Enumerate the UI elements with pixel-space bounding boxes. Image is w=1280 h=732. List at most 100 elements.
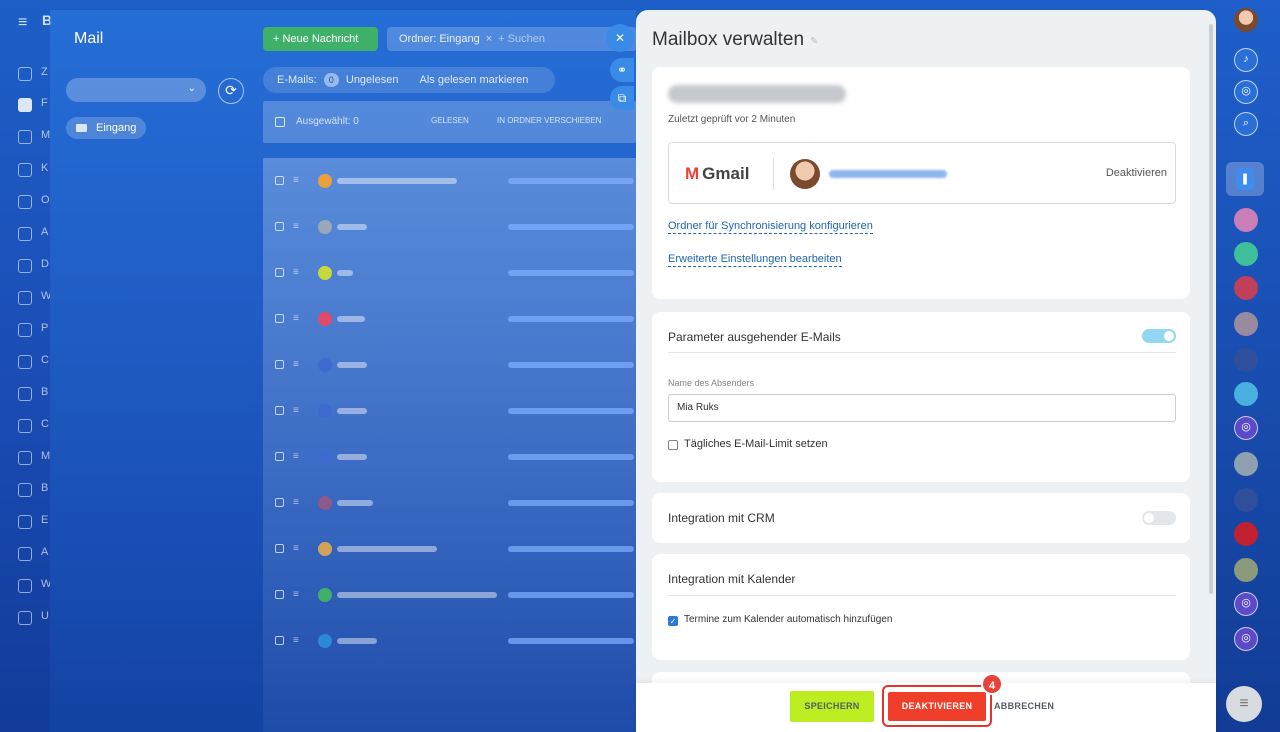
copilot-icon[interactable]: ◎ [1234, 627, 1258, 651]
edit-pen-icon[interactable]: ✎ [810, 36, 820, 47]
row-checkbox[interactable] [275, 590, 284, 599]
list-item[interactable]: ≡ [263, 296, 636, 342]
deactivate-link[interactable]: Deaktivieren [1106, 167, 1167, 179]
menu-icon[interactable]: ≡ [293, 451, 299, 462]
calendar-auto-checkbox[interactable]: ✓ [668, 616, 678, 626]
list-item[interactable]: ≡ [263, 434, 636, 480]
link-icon[interactable]: ⚭ [610, 58, 634, 82]
list-item[interactable]: ≡ [263, 572, 636, 618]
select-all-checkbox[interactable] [275, 117, 285, 127]
save-button[interactable]: SPEICHERN [790, 691, 874, 722]
scrollbar[interactable] [1209, 24, 1213, 594]
mailbox-select[interactable]: ⌄ [66, 78, 206, 102]
list-item[interactable]: ≡ [263, 526, 636, 572]
advanced-settings-link[interactable]: Erweiterte Einstellungen bearbeiten [668, 253, 842, 267]
copilot-icon[interactable]: ◎ [1234, 592, 1258, 616]
mark-read-link[interactable]: Als gelesen markieren [420, 74, 529, 86]
menu-icon[interactable]: ≡ [293, 267, 299, 278]
nav-item-icon[interactable] [18, 163, 32, 177]
cancel-button[interactable]: ABBRECHEN [994, 691, 1054, 722]
sender-name-field[interactable]: Mia Ruks [668, 394, 1176, 422]
menu-icon[interactable]: ≡ [18, 14, 27, 32]
nav-item-icon[interactable] [18, 98, 32, 112]
menu-icon[interactable]: ≡ [293, 221, 299, 232]
avatar[interactable] [1234, 488, 1258, 512]
folder-inbox[interactable]: Eingang [66, 117, 146, 139]
new-message-button[interactable]: + Neue Nachricht [263, 27, 378, 51]
daily-limit-checkbox[interactable] [668, 440, 678, 450]
mark-read-action[interactable]: GELESEN [431, 116, 469, 125]
nav-item-icon[interactable] [18, 515, 32, 529]
bookmark-button[interactable]: ❚ [1226, 162, 1264, 196]
row-checkbox[interactable] [275, 636, 284, 645]
open-new-window-icon[interactable]: ⧉ [610, 86, 634, 110]
avatar[interactable] [1234, 348, 1258, 372]
nav-item-icon[interactable] [18, 547, 32, 561]
row-checkbox[interactable] [275, 360, 284, 369]
sync-folders-link[interactable]: Ordner für Synchronisierung konfiguriere… [668, 220, 873, 234]
row-checkbox[interactable] [275, 498, 284, 507]
nav-item-icon[interactable] [18, 355, 32, 369]
avatar[interactable] [1234, 242, 1258, 266]
nav-item-icon[interactable] [18, 483, 32, 497]
more-menu-icon[interactable]: ≡ [1226, 686, 1262, 722]
notification-icon[interactable]: ♪ [1234, 48, 1258, 72]
nav-item-icon[interactable] [18, 195, 32, 209]
outgoing-toggle[interactable] [1142, 329, 1176, 343]
avatar[interactable] [1234, 452, 1258, 476]
nav-item-icon[interactable] [18, 419, 32, 433]
menu-icon[interactable]: ≡ [293, 635, 299, 646]
menu-icon[interactable]: ≡ [293, 359, 299, 370]
menu-icon[interactable]: ≡ [293, 175, 299, 186]
nav-item-icon[interactable] [18, 259, 32, 273]
menu-icon[interactable]: ≡ [293, 497, 299, 508]
list-item[interactable]: ≡ [263, 480, 636, 526]
copilot-icon[interactable]: ◎ [1234, 416, 1258, 440]
menu-icon[interactable]: ≡ [293, 589, 299, 600]
subject-blur [508, 224, 634, 230]
avatar[interactable] [1234, 558, 1258, 582]
search-filter[interactable]: Ordner: Eingang × + Suchen [387, 27, 637, 51]
filter-close-icon[interactable]: × [486, 33, 492, 45]
crm-toggle[interactable] [1142, 511, 1176, 525]
avatar[interactable] [1234, 522, 1258, 546]
row-checkbox[interactable] [275, 406, 284, 415]
user-avatar[interactable] [1234, 8, 1258, 32]
avatar[interactable] [1234, 208, 1258, 232]
move-folder-action[interactable]: IN ORDNER VERSCHIEBEN [497, 116, 601, 125]
nav-item-icon[interactable] [18, 451, 32, 465]
menu-icon[interactable]: ≡ [293, 543, 299, 554]
nav-item-icon[interactable] [18, 579, 32, 593]
avatar[interactable] [1234, 312, 1258, 336]
nav-item-icon[interactable] [18, 611, 32, 625]
avatar[interactable] [1234, 382, 1258, 406]
list-item[interactable]: ≡ [263, 158, 636, 204]
menu-icon[interactable]: ≡ [293, 313, 299, 324]
nav-item-icon[interactable] [18, 227, 32, 241]
row-checkbox[interactable] [275, 222, 284, 231]
search-icon[interactable]: ⌕ [1234, 112, 1258, 136]
close-icon[interactable]: ✕ [606, 24, 634, 52]
list-item[interactable]: ≡ [263, 388, 636, 434]
avatar[interactable] [1234, 276, 1258, 300]
row-checkbox[interactable] [275, 176, 284, 185]
row-checkbox[interactable] [275, 314, 284, 323]
calendar-auto-label: Termine zum Kalender automatisch hinzufü… [684, 614, 893, 625]
copilot-icon[interactable]: ◎ [1234, 80, 1258, 104]
list-item[interactable]: ≡ [263, 204, 636, 250]
nav-item-icon[interactable] [18, 387, 32, 401]
unread-filter[interactable]: Ungelesen [346, 74, 399, 86]
refresh-button[interactable]: ⟳ [218, 78, 244, 104]
nav-item-icon[interactable] [18, 323, 32, 337]
row-checkbox[interactable] [275, 268, 284, 277]
list-item[interactable]: ≡ [263, 618, 636, 664]
deactivate-button[interactable]: DEAKTIVIEREN [888, 692, 986, 721]
nav-item-icon[interactable] [18, 67, 32, 81]
row-checkbox[interactable] [275, 452, 284, 461]
menu-icon[interactable]: ≡ [293, 405, 299, 416]
list-item[interactable]: ≡ [263, 342, 636, 388]
nav-item-icon[interactable] [18, 130, 32, 144]
nav-item-icon[interactable] [18, 291, 32, 305]
list-item[interactable]: ≡ [263, 250, 636, 296]
row-checkbox[interactable] [275, 544, 284, 553]
